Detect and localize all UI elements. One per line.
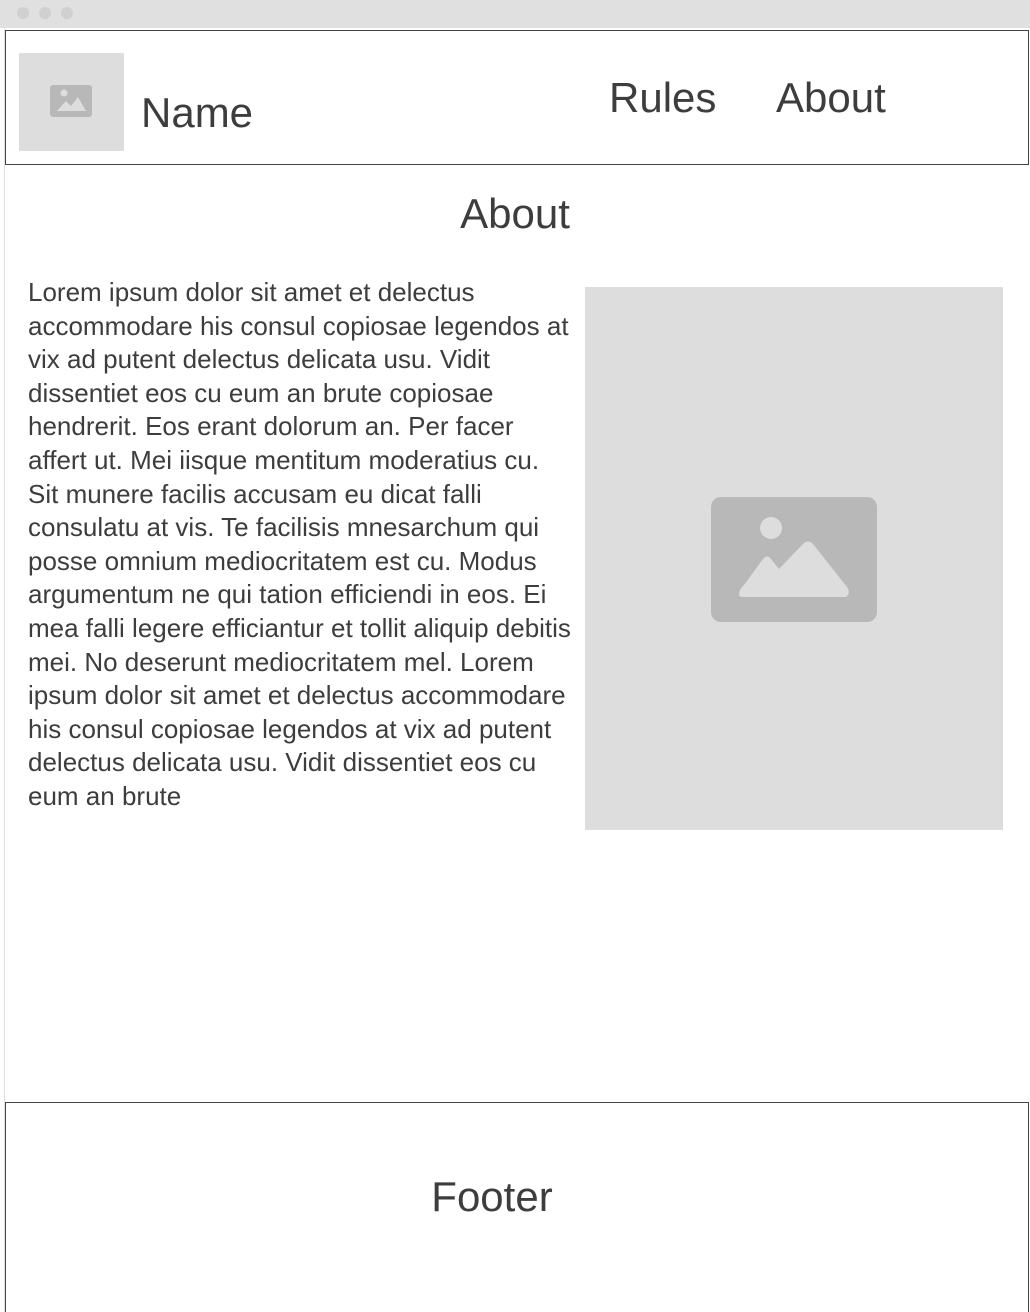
about-body-text: Lorem ipsum dolor sit amet et delectus a… (28, 277, 571, 811)
site-name[interactable]: Name (141, 89, 253, 137)
site-footer: Footer (5, 1102, 1029, 1312)
footer-label: Footer (431, 1173, 553, 1220)
image-placeholder-icon (50, 85, 92, 117)
nav-link-rules[interactable]: Rules (609, 74, 716, 122)
window-maximize-dot[interactable] (61, 7, 73, 19)
window-minimize-dot[interactable] (39, 7, 51, 19)
logo-placeholder[interactable] (19, 53, 124, 151)
content-image-placeholder (585, 287, 1003, 830)
image-placeholder-icon (711, 497, 877, 622)
window-close-dot[interactable] (17, 7, 29, 19)
nav-link-about[interactable]: About (776, 74, 886, 122)
site-header: Name Rules About (5, 30, 1029, 165)
window-titlebar (0, 0, 1030, 28)
page-title: About (460, 190, 570, 237)
browser-window: Name Rules About About Lorem ipsum dolor… (0, 0, 1030, 1312)
